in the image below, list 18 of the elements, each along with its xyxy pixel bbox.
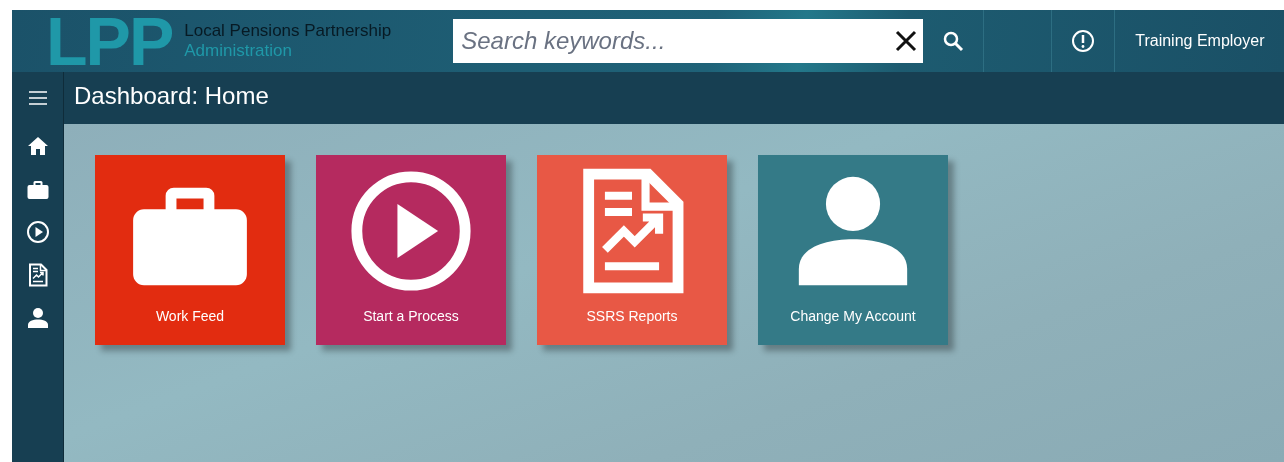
sidebar-item[interactable] bbox=[25, 220, 50, 244]
org-name: Local Pensions Partnership bbox=[184, 21, 392, 41]
user-icon bbox=[25, 306, 50, 330]
search-field[interactable]: Search keywords... bbox=[453, 19, 890, 63]
alert-icon bbox=[1071, 29, 1096, 53]
search-icon bbox=[942, 30, 965, 52]
clear-button[interactable] bbox=[889, 19, 924, 63]
play-icon bbox=[25, 220, 50, 244]
dashboard-tile[interactable]: SSRS Reports bbox=[537, 155, 727, 345]
page-title: Dashboard: Home bbox=[74, 81, 269, 111]
dashboard-tile[interactable]: Work Feed bbox=[95, 155, 285, 345]
dashboard-tile[interactable]: Change My Account bbox=[758, 155, 948, 345]
dashboard-tile[interactable]: Start a Process bbox=[316, 155, 506, 345]
sidebar-item[interactable] bbox=[25, 306, 50, 330]
menu-icon bbox=[27, 91, 48, 105]
org-subtitle: Administration bbox=[184, 41, 293, 61]
logo: LPP bbox=[46, 10, 173, 72]
close-icon bbox=[895, 30, 918, 52]
